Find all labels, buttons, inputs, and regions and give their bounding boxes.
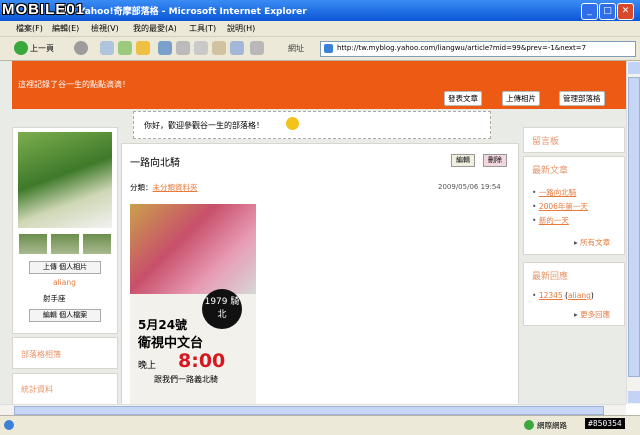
copy-icon[interactable] xyxy=(194,41,208,55)
latest-articles-panel: 最新文章 • 一路向北騎 • 2006年第一天 • 新的一天 ▸ 所有文章 xyxy=(523,156,625,255)
edit-profile-button[interactable]: 編輯 個人檔案 xyxy=(29,309,101,322)
address-input[interactable]: http://tw.myblog.yahoo.com/liangwu/artic… xyxy=(320,41,636,57)
close-button[interactable]: ✕ xyxy=(617,3,634,20)
guestbook-title[interactable]: 留言板 xyxy=(532,134,559,147)
article-title: 一路向北騎 xyxy=(130,158,180,169)
menu-help[interactable]: 說明(H) xyxy=(227,23,255,34)
home-icon[interactable] xyxy=(136,41,150,55)
latest-replies-panel: 最新回應 • 12345 (aliang) ▸ 更多回應 xyxy=(523,262,625,326)
list-item: • 一路向北騎 xyxy=(532,188,577,197)
scroll-up-icon[interactable] xyxy=(628,62,640,74)
window-title: 格 - Yahoo!奇摩部落格 - Microsoft Internet Exp… xyxy=(60,7,307,17)
thumbnail[interactable] xyxy=(51,234,79,254)
menu-file[interactable]: 檔案(F) xyxy=(16,23,43,34)
poster-time: 8:00 xyxy=(178,350,226,372)
forward-arrow-icon[interactable] xyxy=(74,41,88,55)
page-content: 這裡記錄了谷一生的點點滴滴！ 發表文章 上傳相片 管理部落格 你好，歡迎參觀谷一… xyxy=(0,61,626,404)
poster-time-prefix: 晚上 xyxy=(138,361,157,371)
more-replies-link[interactable]: ▸ 更多回應 xyxy=(574,309,610,320)
refresh-icon[interactable] xyxy=(118,41,132,55)
welcome-text: 你好，歡迎參觀谷一生的部落格！ xyxy=(144,121,264,130)
favorites-icon[interactable] xyxy=(158,41,172,55)
edit-article-button[interactable]: 編輯 xyxy=(451,154,475,167)
menu-favorites[interactable]: 我的最愛(A) xyxy=(133,23,177,34)
internet-zone-icon xyxy=(524,420,534,430)
album-panel: 部落格相簿 xyxy=(12,337,118,369)
welcome-banner: 你好，歡迎參觀谷一生的部落格！ xyxy=(133,111,491,139)
list-item: • 2006年第一天 xyxy=(532,202,588,211)
guestbook-panel: 留言板 xyxy=(523,127,625,153)
latest-replies-title: 最新回應 xyxy=(532,272,569,282)
vertical-scrollbar[interactable] xyxy=(626,61,640,404)
paste-icon[interactable] xyxy=(212,41,226,55)
delete-article-button[interactable]: 刪除 xyxy=(483,154,507,167)
post-article-button[interactable]: 發表文章 xyxy=(444,91,482,106)
poster-channel: 衛視中文台 xyxy=(138,336,204,351)
status-bar: 網際網路 xyxy=(0,415,640,435)
scroll-thumb[interactable] xyxy=(628,77,640,377)
smiley-icon xyxy=(286,117,299,130)
page-icon xyxy=(324,44,333,53)
reply-link[interactable]: 12345 xyxy=(539,291,563,300)
security-zone-label: 網際網路 xyxy=(537,421,567,430)
back-button[interactable]: 上一頁 xyxy=(30,43,54,54)
scroll-down-icon[interactable] xyxy=(628,391,640,403)
username-link[interactable]: aliang xyxy=(53,278,76,287)
cut-icon[interactable] xyxy=(176,41,190,55)
back-arrow-icon[interactable] xyxy=(14,41,28,55)
zodiac-sign: 射手座 xyxy=(43,294,66,303)
photo-thumbnails xyxy=(19,234,111,254)
stats-panel: 統計資料 xyxy=(12,373,118,404)
all-articles-label: 所有文章 xyxy=(580,238,611,247)
list-item: • 12345 (aliang) xyxy=(532,291,594,300)
upload-photo-button[interactable]: 上傳相片 xyxy=(502,91,540,106)
profile-photo xyxy=(18,132,112,228)
list-item: • 新的一天 xyxy=(532,216,569,225)
address-value: http://tw.myblog.yahoo.com/liangwu/artic… xyxy=(337,44,587,52)
poster-photo xyxy=(130,204,256,294)
menu-view[interactable]: 檢視(V) xyxy=(91,23,119,34)
profile-panel: 上傳 個人相片 aliang 射手座 編輯 個人檔案 xyxy=(12,127,118,334)
edit-page-icon[interactable] xyxy=(250,41,264,55)
article-date: 2009/05/06 19:54 xyxy=(438,183,501,191)
menu-edit[interactable]: 編輯(E) xyxy=(52,23,79,34)
thumbnail[interactable] xyxy=(19,234,47,254)
hscroll-thumb[interactable] xyxy=(14,406,604,415)
poster-slogan: 跟我們一路義北騎 xyxy=(154,375,218,384)
stop-icon[interactable] xyxy=(100,41,114,55)
poster-date: 5月24號 xyxy=(138,318,188,332)
latest-articles-title: 最新文章 xyxy=(532,166,569,176)
corner-tag: #850354 xyxy=(585,418,625,429)
menu-tools[interactable]: 工具(T) xyxy=(189,23,216,34)
address-label: 網址 xyxy=(288,44,304,53)
page-done-icon xyxy=(4,420,14,430)
reply-user-link[interactable]: aliang xyxy=(568,291,591,300)
all-articles-link[interactable]: ▸ 所有文章 xyxy=(574,237,610,248)
latest-article-link[interactable]: 一路向北騎 xyxy=(539,188,577,197)
watermark-logo: MOBILE01 xyxy=(2,1,86,18)
article-category: 分類：未分類資料夾 xyxy=(130,182,198,193)
poster-badge: 1979 騎北 xyxy=(202,289,242,329)
thumbnail[interactable] xyxy=(83,234,111,254)
manage-blog-button[interactable]: 管理部落格 xyxy=(559,91,605,106)
category-label: 分類： xyxy=(130,183,153,192)
more-replies-label: 更多回應 xyxy=(580,310,611,319)
maximize-button[interactable]: □ xyxy=(599,3,616,20)
album-title[interactable]: 部落格相簿 xyxy=(21,349,61,360)
stats-title: 統計資料 xyxy=(21,385,53,394)
article-image: 1979 騎北 5月24號 衛視中文台 晚上 8:00 跟我們一路義北騎 xyxy=(130,204,256,404)
latest-article-link[interactable]: 2006年第一天 xyxy=(539,202,588,211)
latest-article-link[interactable]: 新的一天 xyxy=(539,216,569,225)
print-icon[interactable] xyxy=(230,41,244,55)
category-link[interactable]: 未分類資料夾 xyxy=(153,183,198,192)
minimize-button[interactable]: _ xyxy=(581,3,598,20)
article-panel: 一路向北騎 編輯 刪除 分類：未分類資料夾 2009/05/06 19:54 1… xyxy=(121,143,519,404)
upload-profile-photo-button[interactable]: 上傳 個人相片 xyxy=(29,261,101,274)
blog-header: 這裡記錄了谷一生的點點滴滴！ 發表文章 上傳相片 管理部落格 xyxy=(12,61,626,109)
blog-description: 這裡記錄了谷一生的點點滴滴！ xyxy=(18,80,130,89)
